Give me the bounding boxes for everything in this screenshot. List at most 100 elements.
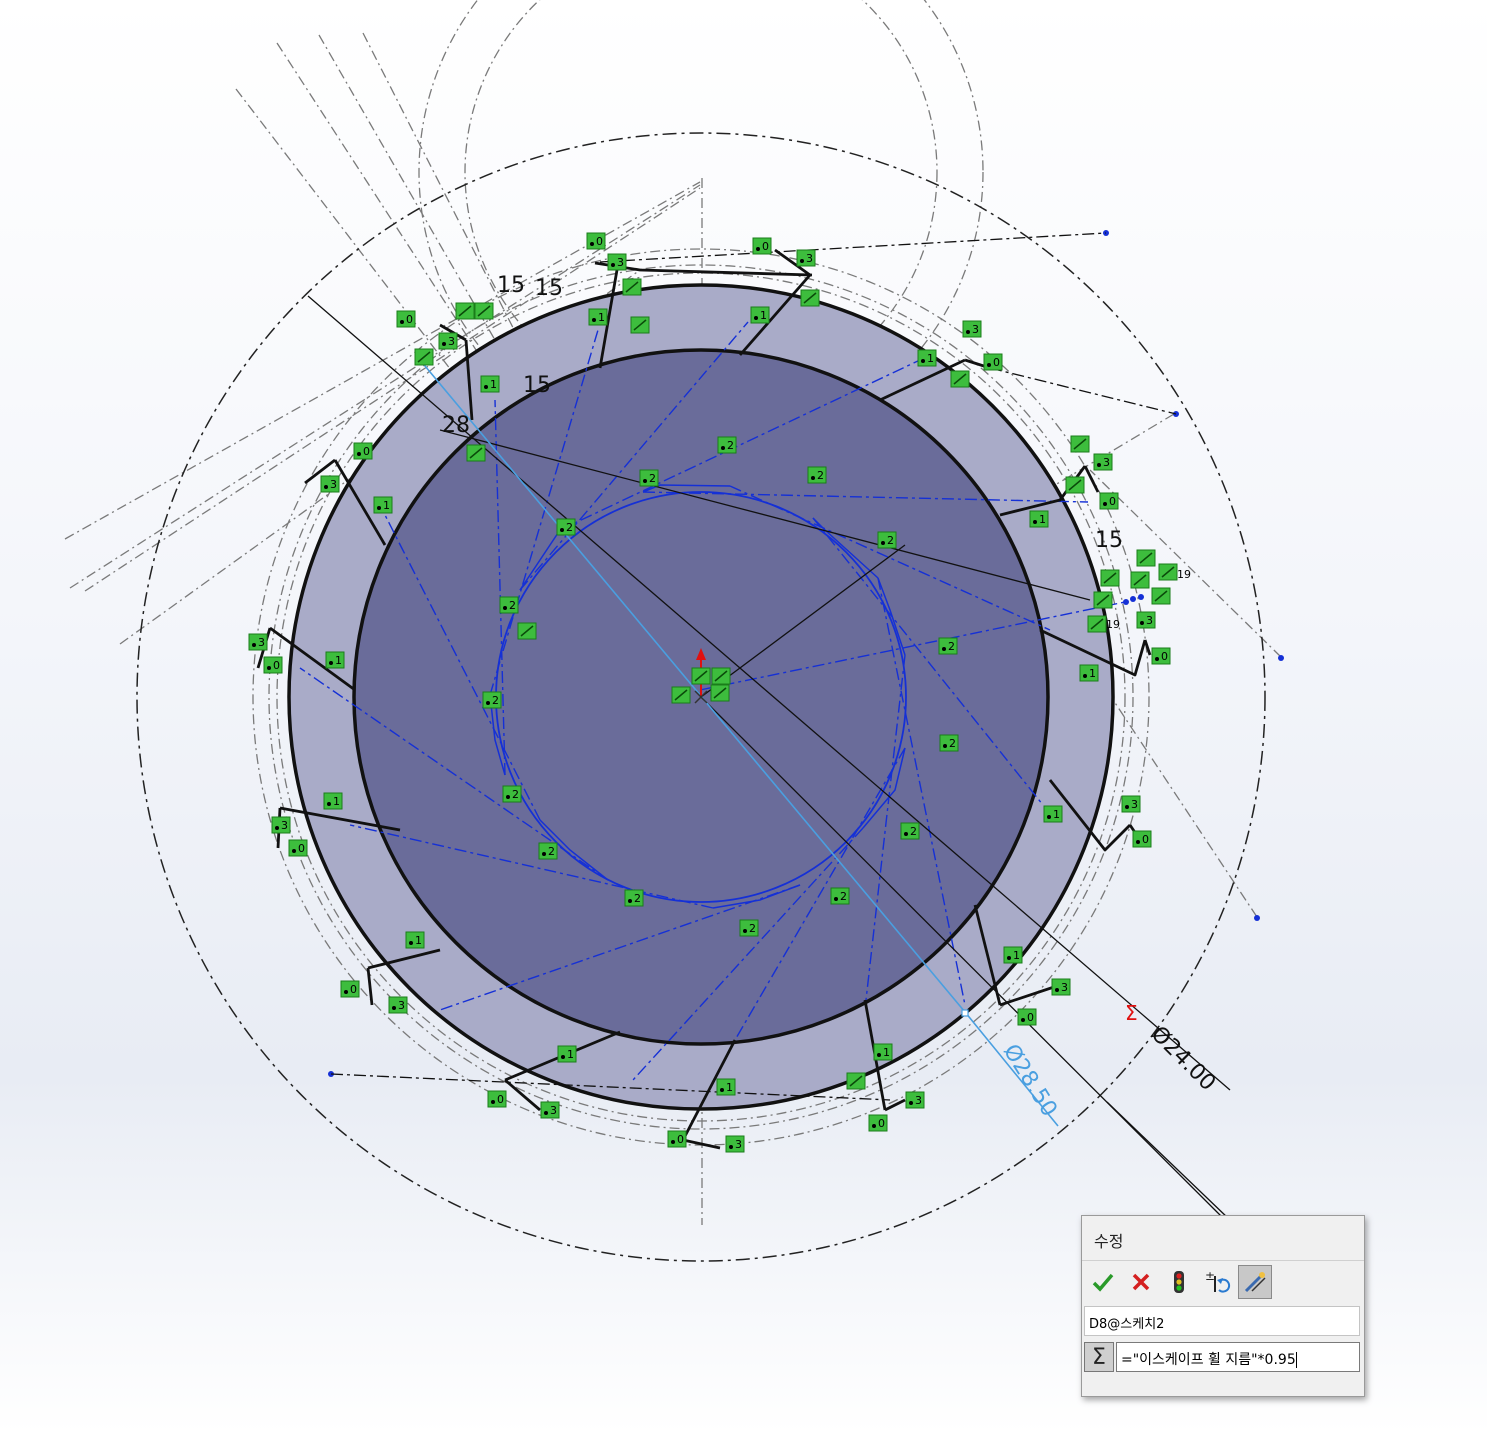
relation-badge[interactable]: 3 bbox=[1121, 795, 1141, 813]
relation-badge[interactable]: 2 bbox=[499, 596, 519, 614]
relation-badge[interactable]: 2 bbox=[717, 436, 737, 454]
relation-point-icon bbox=[292, 849, 296, 853]
modify-dialog[interactable]: 수정 ± D8@스케치2 Σ ="이스케이프 휠 지름"*0.95 bbox=[1081, 1215, 1365, 1397]
relation-badge[interactable]: 2 bbox=[556, 518, 576, 536]
dimension-name-field[interactable]: D8@스케치2 bbox=[1084, 1306, 1360, 1336]
relation-badge[interactable]: 3 bbox=[796, 249, 816, 267]
relation-badge[interactable]: 2 bbox=[482, 691, 502, 709]
dimension-diameter-24[interactable]: Ø24.00 bbox=[1146, 1022, 1220, 1096]
relation-badge[interactable]: 2 bbox=[938, 637, 958, 655]
relation-point-icon bbox=[643, 479, 647, 483]
relation-badge[interactable]: 1 bbox=[325, 651, 345, 669]
equation-input[interactable]: ="이스케이프 휠 지름"*0.95 bbox=[1116, 1342, 1360, 1372]
relation-point-icon bbox=[721, 446, 725, 450]
relation-badge[interactable]: 3 bbox=[388, 996, 408, 1014]
dimension-15-c[interactable]: 15 bbox=[523, 373, 551, 398]
relation-badge[interactable]: 3 bbox=[248, 633, 268, 651]
dimension-28[interactable]: 28 bbox=[442, 413, 470, 438]
relation-badge-label: 1 bbox=[1013, 949, 1020, 962]
relation-badge[interactable]: 2 bbox=[900, 822, 920, 840]
relation-badge[interactable]: 1 bbox=[1003, 946, 1023, 964]
relation-badge[interactable]: 0 bbox=[868, 1114, 888, 1132]
relation-badge[interactable]: 3 bbox=[271, 816, 291, 834]
relation-badge[interactable]: 1 bbox=[750, 306, 770, 324]
reverse-dimension-button[interactable]: ± bbox=[1200, 1265, 1234, 1299]
relation-badge[interactable]: 0 bbox=[1151, 647, 1171, 665]
relation-badge-label: 3 bbox=[1146, 614, 1153, 627]
relation-badge-label: 3 bbox=[398, 999, 405, 1012]
relation-badge-label: 1 bbox=[415, 934, 422, 947]
relation-badge[interactable]: 3 bbox=[725, 1135, 745, 1153]
relation-badge[interactable]: 1 bbox=[716, 1078, 736, 1096]
relation-point-icon bbox=[720, 1088, 724, 1092]
relation-badge[interactable]: 0 bbox=[752, 237, 772, 255]
relation-point-icon bbox=[590, 242, 594, 246]
relation-badge[interactable]: 3 bbox=[320, 475, 340, 493]
relation-badge[interactable]: 1 bbox=[1043, 805, 1063, 823]
relation-badge[interactable]: 0 bbox=[1017, 1008, 1037, 1026]
dimension-15-a[interactable]: 15 bbox=[497, 273, 525, 298]
relation-badge[interactable]: 0 bbox=[1099, 492, 1119, 510]
relation-badge-label: 0 bbox=[1161, 650, 1168, 663]
relation-point-icon bbox=[1007, 956, 1011, 960]
relation-badge-label: 0 bbox=[1142, 833, 1149, 846]
dimension-15-b[interactable]: 15 bbox=[535, 276, 563, 301]
relation-badge[interactable]: 2 bbox=[830, 887, 850, 905]
relation-badge[interactable]: 0 bbox=[1132, 830, 1152, 848]
relation-point-icon bbox=[267, 666, 271, 670]
relation-badge[interactable]: 0 bbox=[396, 310, 416, 328]
relation-badge[interactable]: 3 bbox=[438, 332, 458, 350]
relation-badge[interactable]: 0 bbox=[340, 980, 360, 998]
relation-badge[interactable]: 2 bbox=[624, 889, 644, 907]
relation-badge[interactable]: 1 bbox=[917, 349, 937, 367]
relation-badge-label: 0 bbox=[677, 1133, 684, 1146]
relation-badge[interactable]: 3 bbox=[540, 1101, 560, 1119]
relation-badge[interactable]: 1 bbox=[873, 1043, 893, 1061]
relation-badge[interactable]: 2 bbox=[639, 469, 659, 487]
rebuild-button[interactable] bbox=[1162, 1265, 1196, 1299]
ok-button[interactable] bbox=[1086, 1265, 1120, 1299]
relation-badge[interactable]: 0 bbox=[586, 232, 606, 250]
relation-badge[interactable]: 1 bbox=[588, 308, 608, 326]
dimension-15-d[interactable]: 15 bbox=[1095, 528, 1123, 553]
relation-badge[interactable]: 1 bbox=[323, 792, 343, 810]
relation-badge[interactable]: 0 bbox=[353, 442, 373, 460]
selected-endpoint-handle[interactable] bbox=[961, 1009, 969, 1017]
relation-badge-label: 1 bbox=[335, 654, 342, 667]
cancel-button[interactable] bbox=[1124, 1265, 1158, 1299]
relation-point-icon bbox=[943, 744, 947, 748]
relation-badge[interactable]: 3 bbox=[905, 1091, 925, 1109]
relation-badge-label: 3 bbox=[258, 636, 265, 649]
relation-badge-label: 2 bbox=[512, 788, 519, 801]
relation-badge[interactable]: 3 bbox=[1136, 611, 1156, 629]
relation-badge[interactable]: 2 bbox=[939, 734, 959, 752]
relation-badge[interactable]: 1 bbox=[557, 1045, 577, 1063]
relation-point-icon bbox=[1047, 815, 1051, 819]
relation-badge[interactable]: 0 bbox=[487, 1090, 507, 1108]
relation-badge[interactable]: 2 bbox=[807, 466, 827, 484]
relation-badge[interactable]: 0 bbox=[667, 1130, 687, 1148]
relation-badge[interactable]: 3 bbox=[962, 320, 982, 338]
relation-badge[interactable]: 2 bbox=[538, 842, 558, 860]
relation-badge[interactable]: 3 bbox=[607, 253, 627, 271]
relation-badge[interactable]: 0 bbox=[983, 353, 1003, 371]
relation-point-icon bbox=[877, 1053, 881, 1057]
relation-badge-label: 3 bbox=[972, 323, 979, 336]
relation-badge[interactable]: 1 bbox=[1079, 664, 1099, 682]
equation-sigma-button[interactable]: Σ bbox=[1084, 1342, 1114, 1372]
relation-badge[interactable]: 2 bbox=[877, 531, 897, 549]
relation-badge[interactable]: 1 bbox=[480, 375, 500, 393]
dimension-diameter-28-50[interactable]: Ø28.50 bbox=[998, 1040, 1062, 1121]
relation-badge[interactable]: 2 bbox=[502, 785, 522, 803]
text-caret bbox=[1295, 1352, 1297, 1368]
relation-badge[interactable]: 3 bbox=[1051, 978, 1071, 996]
relation-badge[interactable]: 1 bbox=[405, 931, 425, 949]
relation-badge[interactable]: 1 bbox=[373, 496, 393, 514]
mark-dimension-button[interactable] bbox=[1238, 1265, 1272, 1299]
relation-badge[interactable]: 2 bbox=[739, 919, 759, 937]
relation-badge[interactable]: 0 bbox=[288, 839, 308, 857]
relation-badge[interactable]: 3 bbox=[1093, 453, 1113, 471]
relation-badge[interactable]: 1 bbox=[1029, 510, 1049, 528]
relation-badge[interactable]: 0 bbox=[263, 656, 283, 674]
relation-badge-label: 2 bbox=[649, 472, 656, 485]
